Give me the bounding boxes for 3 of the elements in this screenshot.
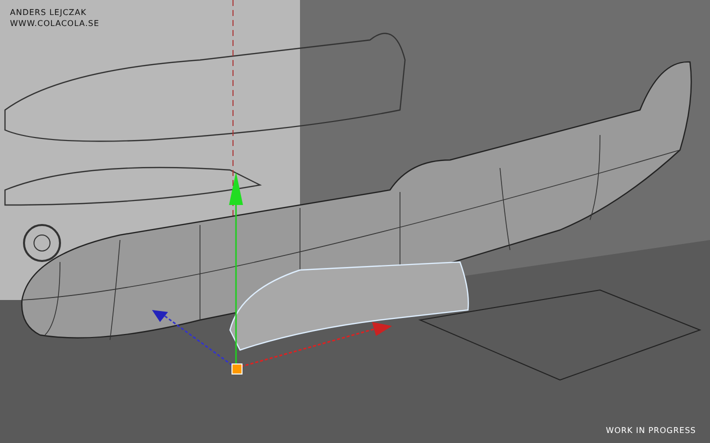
website-link[interactable]: WWW.COLACOLA.SE <box>10 19 100 28</box>
author-name: ANDERS LEJCZAK <box>10 8 88 17</box>
work-in-progress-label: WORK IN PROGRESS <box>606 426 696 435</box>
